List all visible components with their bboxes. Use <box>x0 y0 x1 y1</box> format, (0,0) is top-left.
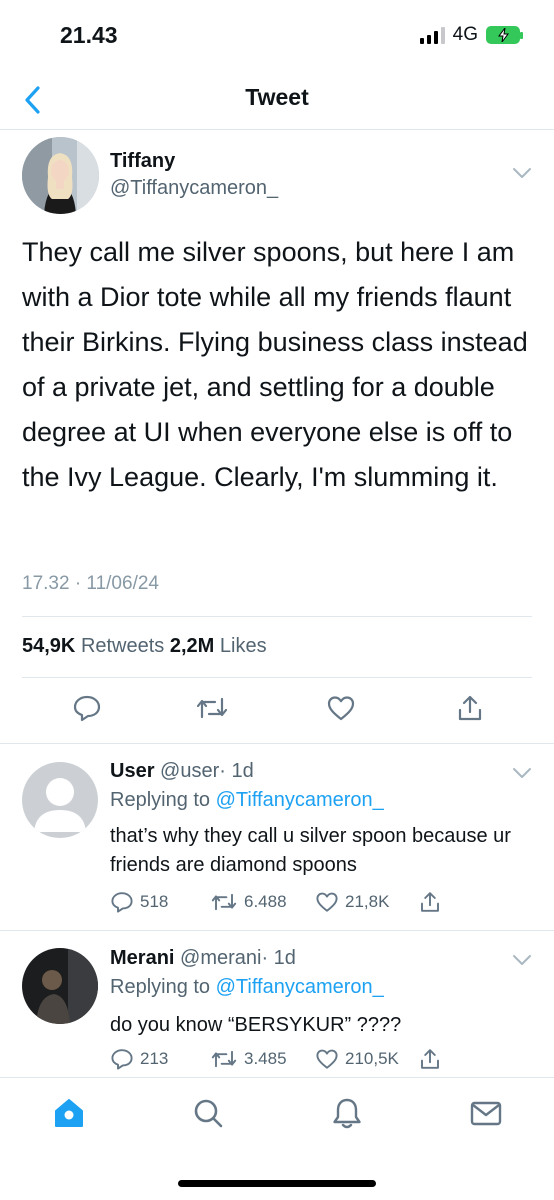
replying-to-handle[interactable]: @Tiffanycameron_ <box>216 789 384 811</box>
reply-time: · 1d <box>261 947 296 969</box>
avatar[interactable] <box>22 137 99 214</box>
retweets-count[interactable]: 54,9K <box>22 635 75 657</box>
more-options-button[interactable] <box>512 166 532 184</box>
chevron-down-icon <box>513 955 531 965</box>
retweet-count: 6.488 <box>244 892 287 911</box>
share-icon <box>458 695 482 721</box>
avatar[interactable] <box>22 762 98 838</box>
reply-text: do you know “BERSYKUR” ???? <box>110 1014 402 1036</box>
reply-text: that’s why they call u silver spoon beca… <box>110 825 511 876</box>
like-button[interactable]: 210,5K <box>315 1047 399 1071</box>
divider <box>0 743 554 744</box>
tab-notifications[interactable] <box>330 1096 364 1135</box>
nav-bar: Tweet <box>0 70 554 130</box>
signal-icon <box>419 26 445 44</box>
share-icon <box>421 892 439 912</box>
author-name[interactable]: Tiffany <box>110 150 175 173</box>
reply-author-name[interactable]: Merani <box>110 947 174 969</box>
retweet-button[interactable]: 3.485 <box>210 1047 287 1071</box>
reply-author-name[interactable]: User <box>110 760 154 782</box>
like-button[interactable]: 21,8K <box>315 890 389 914</box>
network-label: 4G <box>452 24 478 45</box>
home-icon <box>55 1099 83 1127</box>
replying-to-label: Replying to <box>110 976 211 998</box>
tweet-text: They call me silver spoons, but here I a… <box>22 237 528 492</box>
divider <box>22 677 532 678</box>
status-time: 21.43 <box>60 22 118 48</box>
reply-button[interactable] <box>72 693 102 728</box>
tab-search[interactable] <box>191 1096 225 1135</box>
like-count: 210,5K <box>345 1049 399 1068</box>
status-bar: 21.43 4G <box>0 0 554 70</box>
home-indicator <box>178 1180 376 1187</box>
replying-to-handle[interactable]: @Tiffanycameron_ <box>216 976 384 998</box>
reply-actions: 518 6.488 21,8K <box>110 890 530 918</box>
share-button[interactable] <box>418 890 442 914</box>
more-options-button[interactable] <box>512 766 532 784</box>
author-handle[interactable]: @Tiffanycameron_ <box>110 177 278 200</box>
reply-time: · 1d <box>219 760 254 782</box>
retweet-icon <box>211 893 237 911</box>
battery-icon <box>486 26 523 44</box>
reply-button[interactable]: 213 <box>110 1047 168 1071</box>
comment-icon <box>111 1049 133 1070</box>
heart-icon <box>316 892 338 912</box>
comment-icon <box>111 892 133 913</box>
likes-count[interactable]: 2,2M <box>170 635 214 657</box>
share-button[interactable] <box>455 693 485 728</box>
comment-icon <box>73 695 101 722</box>
retweets-label[interactable]: Retweets <box>81 635 164 657</box>
more-options-button[interactable] <box>512 953 532 971</box>
heart-icon <box>316 1049 338 1069</box>
reply-author-handle[interactable]: @user <box>160 760 219 782</box>
replying-to-label: Replying to <box>110 789 211 811</box>
reply-actions: 213 3.485 210,5K <box>110 1047 530 1075</box>
reply-button[interactable]: 518 <box>110 890 168 914</box>
retweet-icon <box>196 697 228 719</box>
share-icon <box>421 1049 439 1069</box>
status-indicators: 4G <box>419 24 523 46</box>
bell-icon <box>333 1098 361 1129</box>
share-button[interactable] <box>418 1047 442 1071</box>
search-icon <box>194 1099 223 1128</box>
retweet-button[interactable]: 6.488 <box>210 890 287 914</box>
tab-home[interactable] <box>52 1096 86 1135</box>
likes-label[interactable]: Likes <box>220 635 267 657</box>
like-count: 21,8K <box>345 892 390 911</box>
retweet-icon <box>211 1050 237 1068</box>
like-button[interactable] <box>326 693 356 728</box>
tweet-stats: 54,9K Retweets 2,2M Likes <box>22 635 267 658</box>
heart-icon <box>327 696 355 721</box>
divider <box>22 616 532 617</box>
avatar[interactable] <box>22 948 98 1024</box>
retweet-button[interactable] <box>195 693 229 728</box>
tweet-timestamp: 17.32 · 11/06/24 <box>22 573 159 594</box>
tab-messages[interactable] <box>469 1096 503 1135</box>
reply-count: 518 <box>140 892 169 911</box>
mail-icon <box>470 1101 502 1126</box>
reply-count: 213 <box>140 1049 169 1068</box>
chevron-down-icon <box>513 768 531 778</box>
retweet-count: 3.485 <box>244 1049 287 1068</box>
page-title: Tweet <box>245 84 309 110</box>
tweet-actions <box>0 693 554 733</box>
reply-author-handle[interactable]: @merani <box>180 947 261 969</box>
divider <box>0 930 554 931</box>
chevron-down-icon <box>513 168 531 178</box>
